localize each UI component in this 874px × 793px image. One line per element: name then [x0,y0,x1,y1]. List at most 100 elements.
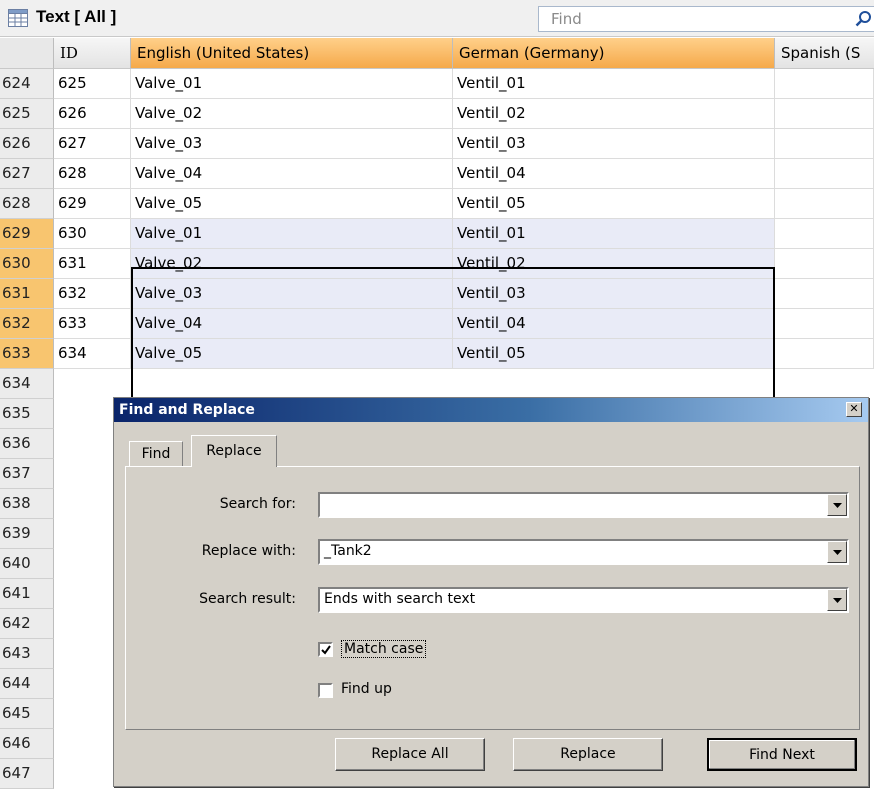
cell-spanish[interactable] [775,279,874,309]
cell-german[interactable]: Ventil_05 [453,339,775,369]
cell-english[interactable]: Valve_03 [131,279,453,309]
row-number[interactable]: 630 [0,249,54,279]
cell-id[interactable]: 626 [54,99,131,129]
find-next-button[interactable]: Find Next [707,738,857,771]
replace-all-button[interactable]: Replace All [335,738,485,771]
cell-german[interactable]: Ventil_01 [453,219,775,249]
column-header-id[interactable]: ID [54,38,131,69]
tab-replace[interactable]: Replace [191,435,277,467]
cell-german[interactable]: Ventil_05 [453,189,775,219]
column-header-english[interactable]: English (United States) [131,38,453,69]
cell-spanish[interactable] [775,99,874,129]
table-row[interactable]: 628 629 Valve_05 Ventil_05 [0,189,874,219]
row-number[interactable]: 633 [0,339,54,369]
find-up-label[interactable]: Find up [341,681,392,697]
close-icon[interactable]: ✕ [846,402,862,417]
row-number[interactable]: 645 [0,699,54,729]
cell-id[interactable]: 632 [54,279,131,309]
column-header-german[interactable]: German (Germany) [453,38,775,69]
cell-id[interactable]: 627 [54,129,131,159]
table-row[interactable]: 632 633 Valve_04 Ventil_04 [0,309,874,339]
cell-spanish[interactable] [775,159,874,189]
table-row[interactable]: 634 [0,369,874,399]
row-number[interactable]: 624 [0,69,54,99]
cell-id[interactable]: 631 [54,249,131,279]
row-number[interactable]: 628 [0,189,54,219]
replace-with-combo[interactable]: _Tank2 [318,539,849,565]
cell-english[interactable]: Valve_02 [131,99,453,129]
find-up-checkbox[interactable] [318,683,333,698]
row-number[interactable]: 642 [0,609,54,639]
chevron-down-icon[interactable] [827,541,847,563]
cell-german[interactable]: Ventil_02 [453,99,775,129]
search-for-combo[interactable] [318,492,849,518]
tab-find[interactable]: Find [129,441,183,467]
table-row[interactable]: 630 631 Valve_02 Ventil_02 [0,249,874,279]
cell-spanish[interactable] [775,339,874,369]
column-header-spanish[interactable]: Spanish (S [775,38,874,69]
row-number[interactable]: 629 [0,219,54,249]
table-row[interactable]: 631 632 Valve_03 Ventil_03 [0,279,874,309]
row-number[interactable]: 646 [0,729,54,759]
match-case-checkbox[interactable] [318,642,333,657]
search-result-value[interactable]: Ends with search text [324,591,475,607]
cell-german[interactable]: Ventil_04 [453,309,775,339]
table-row[interactable]: 624 625 Valve_01 Ventil_01 [0,69,874,99]
row-number[interactable]: 625 [0,99,54,129]
chevron-down-icon[interactable] [827,494,847,516]
cell-spanish[interactable] [775,219,874,249]
cell-id[interactable]: 625 [54,69,131,99]
cell-spanish[interactable] [775,309,874,339]
cell-german[interactable]: Ventil_02 [453,249,775,279]
row-number[interactable]: 626 [0,129,54,159]
table-row[interactable]: 627 628 Valve_04 Ventil_04 [0,159,874,189]
cell-english[interactable]: Valve_01 [131,219,453,249]
cell-id[interactable]: 628 [54,159,131,189]
find-input[interactable] [539,7,839,31]
dialog-title-bar[interactable]: Find and Replace ✕ [114,398,868,422]
row-number[interactable]: 639 [0,519,54,549]
cell-german[interactable]: Ventil_03 [453,129,775,159]
cell-id[interactable]: 633 [54,309,131,339]
row-number[interactable]: 643 [0,639,54,669]
cell-spanish[interactable] [775,129,874,159]
cell-english[interactable]: Valve_04 [131,159,453,189]
row-number[interactable]: 631 [0,279,54,309]
search-result-select[interactable]: Ends with search text [318,587,849,613]
table-row[interactable]: 625 626 Valve_02 Ventil_02 [0,99,874,129]
row-number[interactable]: 636 [0,429,54,459]
search-icon[interactable] [855,10,873,28]
row-number[interactable]: 640 [0,549,54,579]
row-number[interactable]: 638 [0,489,54,519]
replace-with-value[interactable]: _Tank2 [324,543,372,559]
table-row[interactable]: 633 634 Valve_05 Ventil_05 [0,339,874,369]
row-number[interactable]: 637 [0,459,54,489]
row-number[interactable]: 647 [0,759,54,789]
chevron-down-icon[interactable] [827,589,847,611]
cell-english[interactable]: Valve_05 [131,339,453,369]
cell-english[interactable]: Valve_05 [131,189,453,219]
cell-german[interactable]: Ventil_01 [453,69,775,99]
row-number[interactable]: 627 [0,159,54,189]
cell-id[interactable]: 634 [54,339,131,369]
cell-english[interactable]: Valve_02 [131,249,453,279]
row-number[interactable]: 641 [0,579,54,609]
cell-id[interactable]: 630 [54,219,131,249]
cell-spanish[interactable] [775,69,874,99]
row-number[interactable]: 635 [0,399,54,429]
row-number[interactable]: 632 [0,309,54,339]
cell-spanish[interactable] [775,189,874,219]
cell-english[interactable]: Valve_04 [131,309,453,339]
grid-corner[interactable] [0,38,54,69]
row-number[interactable]: 644 [0,669,54,699]
match-case-label[interactable]: Match case [341,640,427,658]
cell-english[interactable]: Valve_01 [131,69,453,99]
cell-english[interactable]: Valve_03 [131,129,453,159]
cell-id[interactable]: 629 [54,189,131,219]
cell-german[interactable]: Ventil_04 [453,159,775,189]
row-number[interactable]: 634 [0,369,54,399]
replace-button[interactable]: Replace [513,738,663,771]
table-row[interactable]: 626 627 Valve_03 Ventil_03 [0,129,874,159]
table-row[interactable]: 629 630 Valve_01 Ventil_01 [0,219,874,249]
cell-german[interactable]: Ventil_03 [453,279,775,309]
